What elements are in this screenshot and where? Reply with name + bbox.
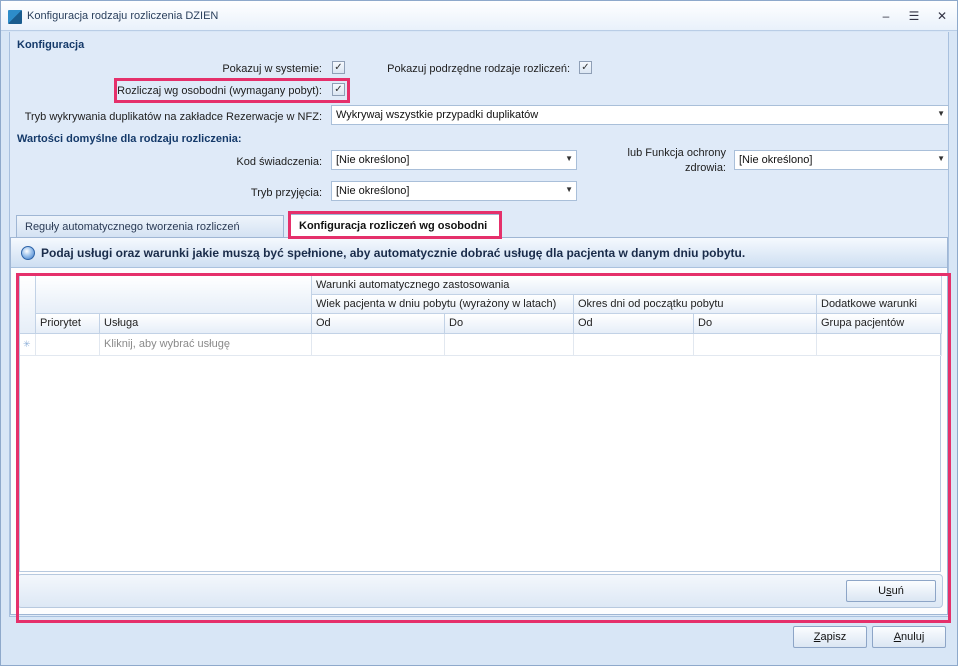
usun-button[interactable]: Usuń (846, 580, 936, 602)
zapisz-label-rest: apisz (820, 631, 847, 643)
app-icon (8, 10, 22, 24)
new-row-okres-do[interactable] (694, 334, 817, 356)
info-bar: Podaj usługi oraz warunki jakie muszą by… (11, 238, 947, 268)
grid-footer: Usuń (17, 574, 943, 608)
chevron-down-icon: ▼ (937, 154, 945, 163)
dialog-content: Konfiguracja Pokazuj w systemie: ✓ Pokaz… (9, 32, 949, 617)
tryb-duplikatow-combo[interactable]: Wykrywaj wszystkie przypadki duplikatów … (331, 105, 949, 125)
anuluj-label-rest: nuluj (901, 631, 925, 643)
pokazuj-w-systemie-label: Pokazuj w systemie: (222, 63, 322, 75)
restore-button[interactable]: ☰ (903, 7, 925, 25)
services-grid: Warunki automatycznego zastosowania Wiek… (19, 275, 942, 572)
funkcja-ochrony-label-line1: lub Funkcja ochrony (627, 147, 726, 159)
grid-corner (20, 276, 36, 334)
kod-swiadczenia-label: Kod świadczenia: (236, 156, 322, 168)
tryb-przyjecia-label: Tryb przyjęcia: (250, 187, 322, 199)
check-mark-icon: ✓ (334, 62, 343, 73)
pokazuj-podrzedne-checkbox[interactable]: ✓ (579, 61, 592, 74)
band-dodatkowe: Dodatkowe warunki (817, 295, 942, 314)
section-wartosci-domyslne: Wartości domyślne dla rodzaju rozliczeni… (17, 133, 242, 145)
info-icon (21, 246, 35, 260)
funkcja-ochrony-label-line2: zdrowia: (685, 162, 726, 174)
new-row-wiek-do[interactable] (445, 334, 574, 356)
tryb-przyjecia-value: [Nie określono] (336, 185, 410, 197)
window-title: Konfiguracja rodzaju rozliczenia DZIEN (27, 10, 219, 22)
new-row-wiek-od[interactable] (312, 334, 445, 356)
col-okres-od[interactable]: Od (574, 314, 694, 334)
col-wiek-od[interactable]: Od (312, 314, 445, 334)
tab-reguly-automatycznego[interactable]: Reguły automatycznego tworzenia rozlicze… (16, 215, 284, 237)
tab-page: Podaj usługi oraz warunki jakie muszą by… (10, 237, 948, 615)
tryb-duplikatow-value: Wykrywaj wszystkie przypadki duplikatów (336, 109, 539, 121)
close-button[interactable]: ✕ (931, 7, 953, 25)
rozliczaj-wg-osobodni-label: Rozliczaj wg osobodni (wymagany pobyt): (117, 85, 322, 97)
col-okres-do[interactable]: Do (694, 314, 817, 334)
anuluj-label-key: A (893, 631, 902, 643)
zapisz-label-key: Z (813, 631, 821, 643)
new-row-usluga[interactable]: Kliknij, aby wybrać usługę (100, 334, 312, 356)
pokazuj-podrzedne-label: Pokazuj podrzędne rodzaje rozliczeń: (387, 63, 570, 75)
new-row-grupa[interactable] (817, 334, 942, 356)
new-row-okres-od[interactable] (574, 334, 694, 356)
chevron-down-icon: ▼ (565, 185, 573, 194)
col-usluga[interactable]: Usługa (100, 314, 312, 334)
rozliczaj-wg-osobodni-checkbox[interactable]: ✓ (332, 83, 345, 96)
tab-konfiguracja-osobodni[interactable]: Konfiguracja rozliczeń wg osobodni (290, 214, 500, 238)
pokazuj-w-systemie-checkbox[interactable]: ✓ (332, 61, 345, 74)
title-bar: Konfiguracja rodzaju rozliczenia DZIEN –… (1, 1, 957, 31)
new-row-indicator-icon: ✳ (20, 334, 36, 356)
check-mark-icon: ✓ (581, 62, 590, 73)
grid-band-empty (36, 276, 312, 314)
funkcja-ochrony-value: [Nie określono] (739, 154, 813, 166)
band-warunki: Warunki automatycznego zastosowania (312, 276, 942, 295)
anuluj-button[interactable]: Anuluj (872, 626, 946, 648)
chevron-down-icon: ▼ (937, 109, 945, 118)
tryb-przyjecia-combo[interactable]: [Nie określono] ▼ (331, 181, 577, 201)
tryb-duplikatow-label: Tryb wykrywania duplikatów na zakładce R… (24, 111, 322, 123)
usun-label-post: uń (891, 585, 904, 597)
col-wiek-do[interactable]: Do (445, 314, 574, 334)
dialog-window: Konfiguracja rodzaju rozliczenia DZIEN –… (0, 0, 958, 666)
minimize-button[interactable]: – (875, 7, 897, 25)
check-mark-icon: ✓ (334, 84, 343, 95)
chevron-down-icon: ▼ (565, 154, 573, 163)
section-konfiguracja: Konfiguracja (17, 39, 85, 51)
zapisz-button[interactable]: Zapisz (793, 626, 867, 648)
band-wiek: Wiek pacjenta w dniu pobytu (wyrażony w … (312, 295, 574, 314)
col-priorytet[interactable]: Priorytet (36, 314, 100, 334)
kod-swiadczenia-combo[interactable]: [Nie określono] ▼ (331, 150, 577, 170)
col-grupa-pacjentow[interactable]: Grupa pacjentów (817, 314, 942, 334)
usun-label-pre: U (878, 585, 887, 597)
info-text: Podaj usługi oraz warunki jakie muszą by… (41, 246, 746, 260)
band-okres: Okres dni od początku pobytu (574, 295, 817, 314)
kod-swiadczenia-value: [Nie określono] (336, 154, 410, 166)
new-row-priorytet[interactable] (36, 334, 100, 356)
funkcja-ochrony-combo[interactable]: [Nie określono] ▼ (734, 150, 949, 170)
